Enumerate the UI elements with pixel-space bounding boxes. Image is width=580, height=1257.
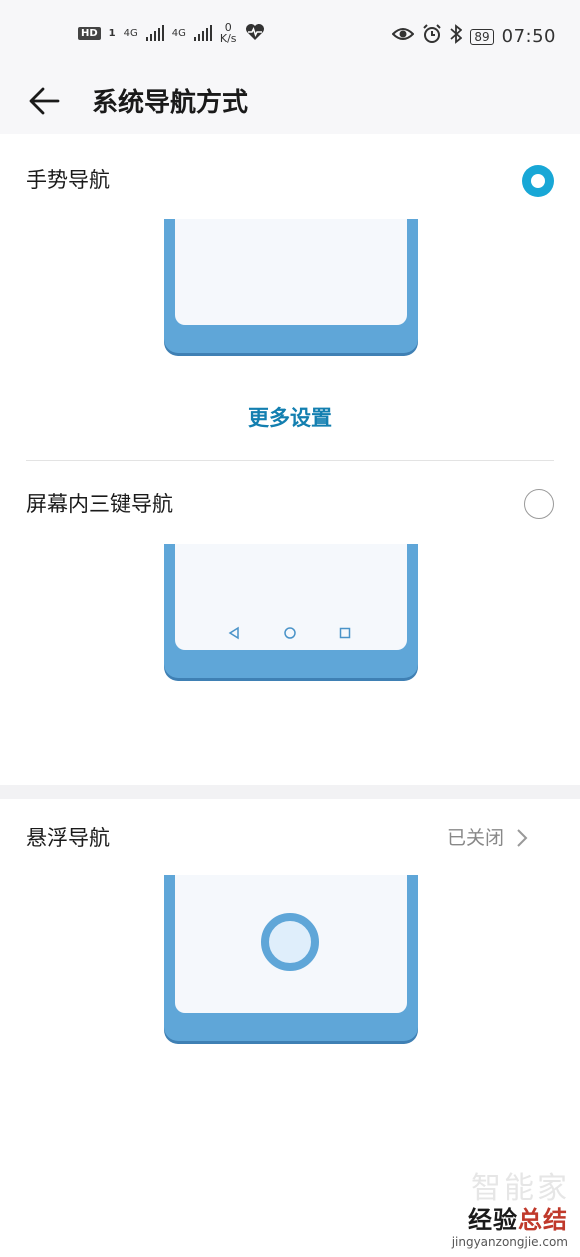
watermark-domain: jingyanzongjie.com [451, 1235, 568, 1249]
three-key-illustration-screen [175, 544, 407, 650]
status-left: HD 1 4G 4G 0 K/s [78, 22, 265, 44]
gesture-navigation-radio[interactable] [522, 165, 554, 197]
network-type-2: 4G [171, 27, 186, 39]
three-key-navigation-radio[interactable] [524, 489, 554, 519]
nav-recent-icon [339, 627, 351, 639]
three-key-navigation-label: 屏幕内三键导航 [26, 492, 173, 516]
watermark-title: 经验总结 [452, 1200, 568, 1235]
chevron-right-icon [517, 829, 528, 847]
watermark: 经验总结 jingyanzongjie.com [452, 1200, 568, 1249]
option-floating-navigation[interactable]: 悬浮导航 已关闭 [26, 818, 554, 858]
gesture-navigation-label: 手势导航 [26, 168, 110, 192]
section-separator [0, 785, 580, 799]
back-arrow-icon[interactable] [28, 84, 62, 118]
network-type-1: 4G [123, 27, 138, 39]
floating-illustration-screen [175, 875, 407, 1013]
title-bar: 系统导航方式 [0, 72, 580, 134]
option-gesture-navigation[interactable]: 手势导航 [26, 160, 554, 200]
floating-navigation-label: 悬浮导航 [26, 826, 110, 850]
net-speed: 0 K/s [220, 22, 237, 44]
nav-back-icon [228, 626, 239, 640]
floating-status-text: 已关闭 [446, 827, 504, 849]
three-key-illustration [164, 544, 418, 678]
page-title: 系统导航方式 [92, 88, 249, 118]
option-three-key-navigation[interactable]: 屏幕内三键导航 [26, 484, 554, 524]
bluetooth-icon [450, 24, 463, 49]
clock: 07:50 [501, 26, 556, 47]
status-bar: HD 1 4G 4G 0 K/s 89 07:50 [0, 0, 580, 72]
floating-illustration [164, 875, 418, 1041]
watermark-title-prefix: 经验 [468, 1206, 518, 1234]
net-speed-unit: K/s [219, 32, 237, 45]
floating-navigation-status: 已关闭 [447, 818, 528, 858]
signal-icon [145, 25, 164, 41]
battery-icon: 89 [470, 28, 494, 45]
sim-number: 1 [108, 27, 116, 39]
eye-comfort-icon [391, 26, 415, 47]
gesture-illustration-screen [175, 219, 407, 325]
more-settings-link[interactable]: 更多设置 [0, 402, 580, 432]
divider [26, 460, 554, 461]
floating-button-icon [261, 913, 319, 971]
hd-badge: HD [78, 26, 101, 40]
status-right: 89 07:50 [391, 24, 556, 49]
alarm-icon [422, 24, 442, 49]
watermark-title-accent: 总结 [518, 1206, 568, 1234]
heart-rate-icon [245, 23, 265, 44]
signal-icon-2 [193, 25, 212, 41]
battery-level: 89 [474, 29, 490, 44]
gesture-illustration [164, 219, 418, 353]
nav-home-icon [284, 627, 296, 639]
